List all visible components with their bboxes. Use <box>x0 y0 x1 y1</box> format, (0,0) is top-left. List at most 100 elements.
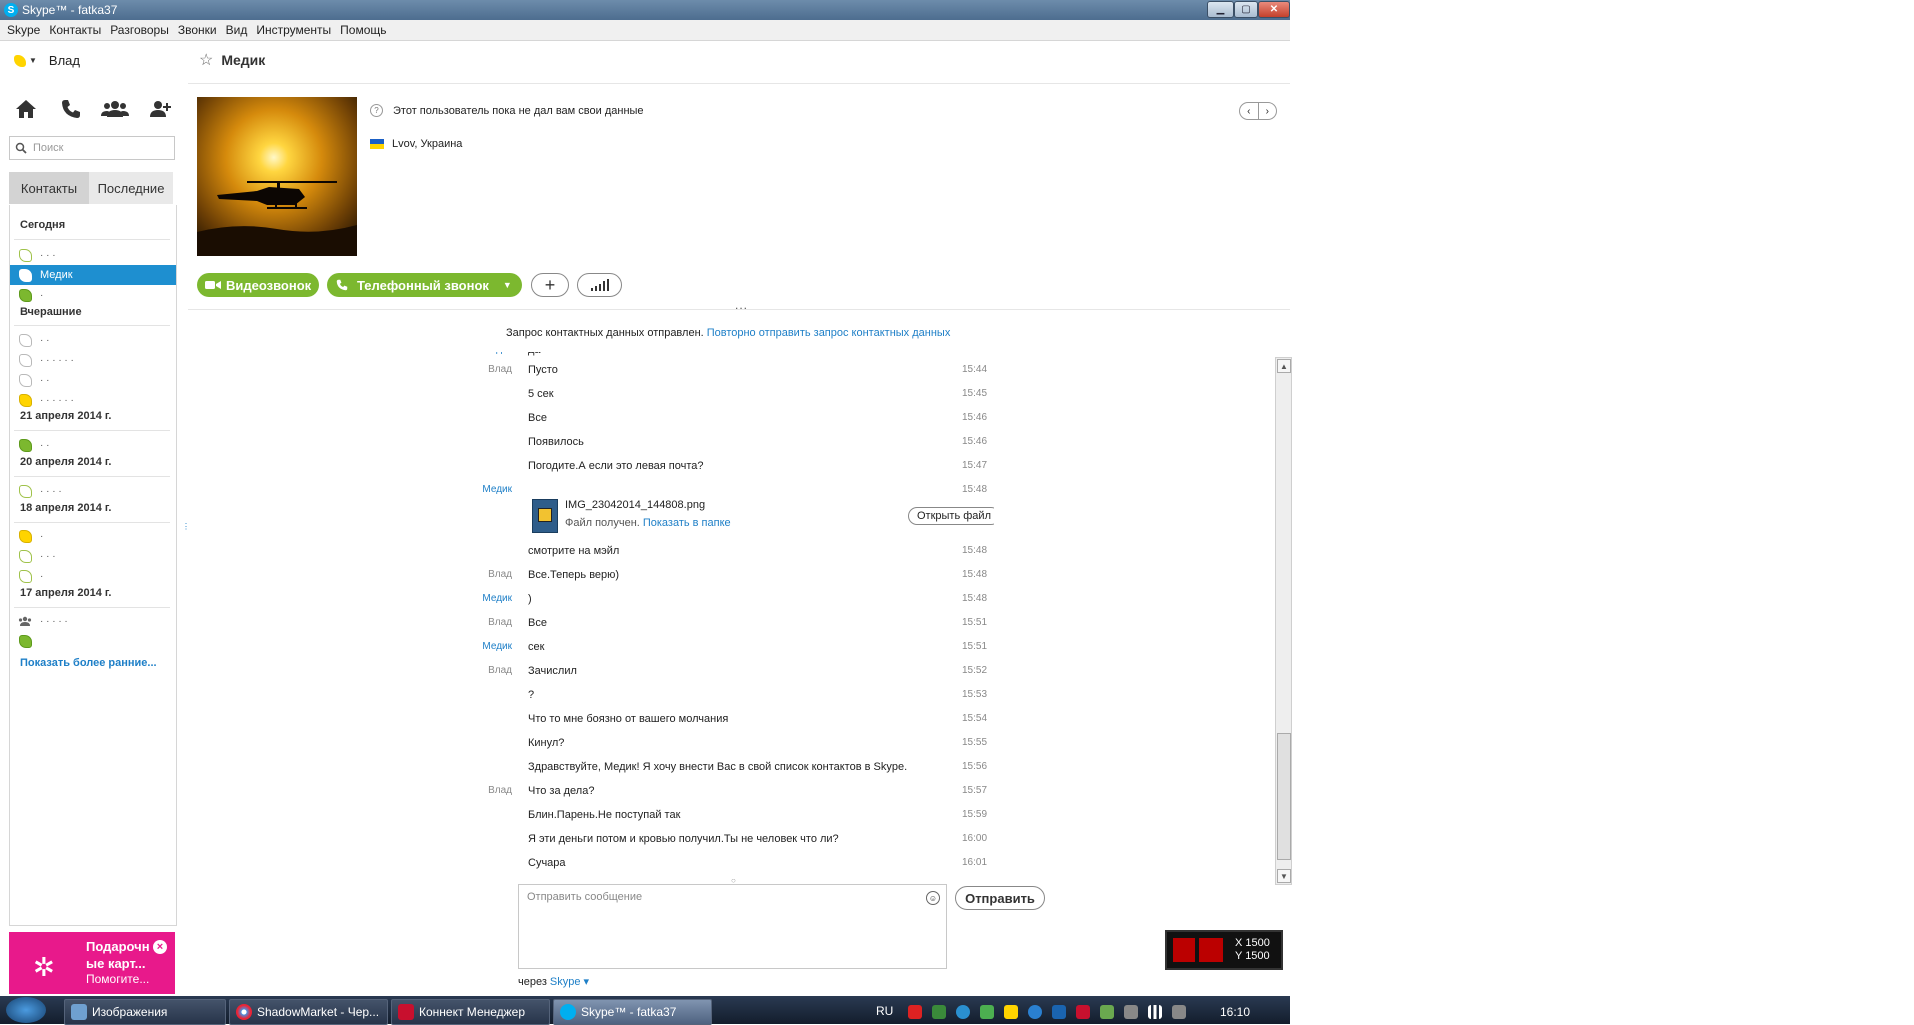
taskbar-item-browser[interactable]: ShadowMarket - Чер... <box>229 999 388 1025</box>
chevron-left-icon[interactable]: ‹ <box>1240 103 1258 119</box>
contact-item[interactable]: · <box>10 285 176 305</box>
add-participant-button[interactable]: + <box>531 273 569 297</box>
menu-view[interactable]: Вид <box>226 23 248 37</box>
open-file-button[interactable]: Открыть файл <box>908 507 994 525</box>
search-box[interactable]: Поиск <box>9 136 175 160</box>
home-icon[interactable] <box>14 97 38 121</box>
chevron-down-icon[interactable]: ▼ <box>503 280 512 290</box>
chevron-right-icon[interactable]: › <box>1257 103 1277 119</box>
group-icon[interactable] <box>101 97 129 121</box>
tray-app-icon[interactable] <box>1100 1005 1114 1019</box>
red-glyph-icon <box>1173 938 1195 962</box>
menu-skype[interactable]: Skype <box>7 23 40 37</box>
contact-item[interactable]: · · · · · · <box>10 350 176 370</box>
message-input[interactable]: Отправить сообщение <box>527 891 642 903</box>
favorite-star-icon[interactable]: ☆ <box>199 50 213 70</box>
phone-icon[interactable] <box>59 97 83 121</box>
menu-tools[interactable]: Инструменты <box>256 23 331 37</box>
menu-conversations[interactable]: Разговоры <box>110 23 169 37</box>
divider <box>14 430 170 431</box>
network-signal-icon[interactable] <box>1148 1005 1162 1019</box>
tab-recent[interactable]: Последние <box>89 172 173 204</box>
language-indicator[interactable]: RU <box>876 1004 893 1018</box>
message-row: Что то мне боязно от вашего молчания 15:… <box>470 709 994 729</box>
close-button[interactable]: ✕ <box>1258 1 1290 18</box>
message-compose-box[interactable]: Отправить сообщение ☺ <box>518 884 947 969</box>
profile-pager[interactable]: ‹ › <box>1239 102 1277 120</box>
menu-contacts[interactable]: Контакты <box>49 23 101 37</box>
panel-splitter[interactable]: ⋮ <box>182 522 190 532</box>
start-button[interactable] <box>6 997 46 1023</box>
send-button[interactable]: Отправить <box>955 886 1045 910</box>
contact-item[interactable]: · · · <box>10 546 176 566</box>
message-sender: Медик <box>482 641 512 652</box>
scroll-up-arrow-icon[interactable]: ▲ <box>1277 359 1291 373</box>
maximize-button[interactable]: ▢ <box>1234 1 1258 18</box>
contact-item[interactable] <box>10 631 176 651</box>
search-input[interactable]: Поиск <box>33 142 63 154</box>
tray-app-icon[interactable] <box>932 1005 946 1019</box>
show-earlier-link[interactable]: Показать более ранние... <box>20 657 157 669</box>
message-sender: Влад <box>488 785 512 796</box>
file-name[interactable]: IMG_23042014_144808.png <box>565 499 705 511</box>
scroll-down-arrow-icon[interactable]: ▼ <box>1277 869 1291 883</box>
contact-item[interactable]: · · · · · · <box>10 390 176 410</box>
date-header: 18 апреля 2014 г. <box>20 502 112 514</box>
clock[interactable]: 16:10 <box>1220 1005 1250 1019</box>
scroll-thumb[interactable] <box>1277 733 1291 860</box>
message-text: Пусто <box>528 364 558 376</box>
contact-item[interactable]: · · · · · <box>10 611 176 631</box>
contact-item[interactable]: · <box>10 566 176 586</box>
call-quality-button[interactable] <box>577 273 622 297</box>
tray-app-icon[interactable] <box>1076 1005 1090 1019</box>
resend-request-link[interactable]: Повторно отправить запрос контактных дан… <box>707 327 951 339</box>
volume-icon[interactable] <box>1172 1005 1186 1019</box>
folder-icon <box>71 1004 87 1020</box>
message-scrollbar[interactable]: ▲ ▼ <box>1275 357 1292 885</box>
menu-bar: Skype Контакты Разговоры Звонки Вид Инст… <box>0 20 1290 41</box>
contact-item[interactable]: · · · <box>10 245 176 265</box>
info-icon[interactable] <box>1028 1005 1042 1019</box>
send-via-skype-dropdown[interactable]: Skype ▾ <box>550 976 589 988</box>
user-name[interactable]: Влад <box>49 53 80 68</box>
contact-item[interactable]: · · · · <box>10 481 176 501</box>
message-time: 15:45 <box>962 388 988 399</box>
ukraine-flag-icon <box>370 139 384 149</box>
menu-calls[interactable]: Звонки <box>178 23 217 37</box>
message-text: Блин.Парень.Не поступай так <box>528 809 681 821</box>
contact-item[interactable]: · · <box>10 370 176 390</box>
message-row: Медик сек 15:51 <box>470 637 994 657</box>
tray-app-icon[interactable] <box>1004 1005 1018 1019</box>
status-away-icon[interactable] <box>14 54 26 67</box>
date-header: 17 апреля 2014 г. <box>20 587 112 599</box>
tray-app-icon[interactable] <box>1124 1005 1138 1019</box>
red-hand-icon <box>1199 938 1223 962</box>
tray-app-icon[interactable] <box>956 1005 970 1019</box>
gift-card-banner[interactable]: ✲ Подарочн ые карт... Помогите... × <box>9 932 175 994</box>
contact-item[interactable]: · <box>10 526 176 546</box>
tray-app-icon[interactable] <box>908 1005 922 1019</box>
contact-item[interactable]: · · <box>10 435 176 455</box>
chevron-down-icon[interactable]: ▼ <box>29 56 37 65</box>
minimize-button[interactable]: ▁ <box>1207 1 1234 18</box>
menu-help[interactable]: Помощь <box>340 23 386 37</box>
taskbar-item-skype[interactable]: Skype™ - fatka37 <box>553 999 712 1025</box>
phone-call-button[interactable]: Телефонный звонок ▼ <box>327 273 522 297</box>
emoticon-icon[interactable]: ☺ <box>926 891 940 905</box>
title-bar: S Skype™ - fatka37 ▁ ▢ ✕ <box>0 0 1290 20</box>
close-icon[interactable]: × <box>153 940 167 954</box>
add-contact-icon[interactable] <box>148 97 172 121</box>
taskbar-item-connect-manager[interactable]: Коннект Менеджер <box>391 999 550 1025</box>
message-text: ) <box>528 593 532 605</box>
tray-app-icon[interactable] <box>980 1005 994 1019</box>
contact-item-selected[interactable]: Медик <box>10 265 176 285</box>
user-status-row[interactable]: ▼ Влад <box>14 53 80 68</box>
tab-contacts[interactable]: Контакты <box>9 172 89 204</box>
contact-item[interactable]: · · <box>10 330 176 350</box>
show-in-folder-link[interactable]: Показать в папке <box>643 517 731 529</box>
video-call-button[interactable]: Видеозвонок <box>197 273 319 297</box>
taskbar-item-images[interactable]: Изображения <box>64 999 226 1025</box>
contact-avatar[interactable] <box>197 97 357 256</box>
tray-app-icon[interactable] <box>1052 1005 1066 1019</box>
message-time: 16:01 <box>962 857 988 868</box>
